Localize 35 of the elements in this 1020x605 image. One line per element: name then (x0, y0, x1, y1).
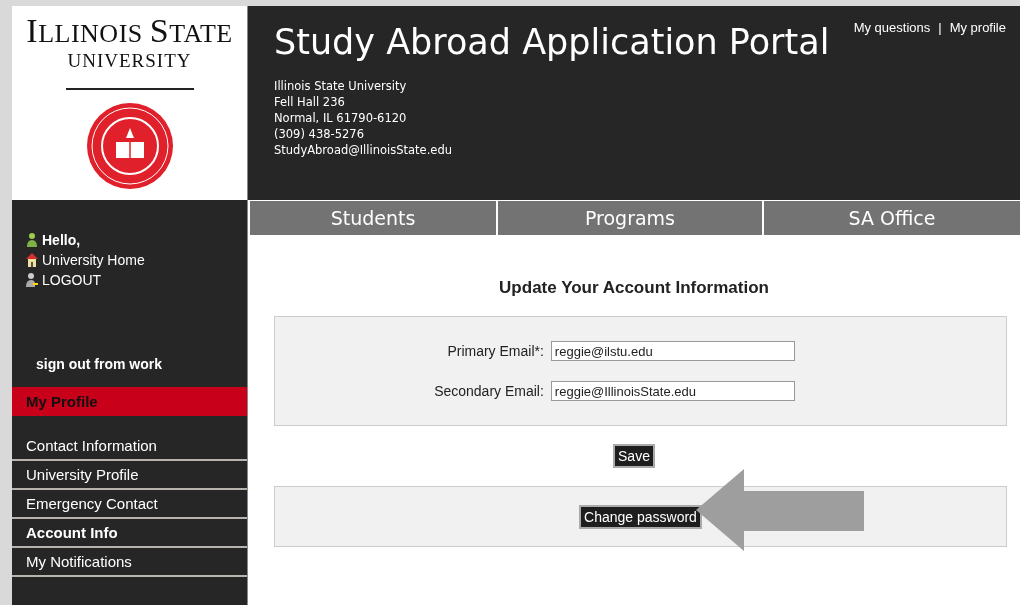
change-password-button[interactable]: Change password (579, 504, 702, 529)
sidebar-menu-item[interactable]: Contact Information (12, 432, 247, 461)
sidebar-menu-item[interactable]: Account Info (12, 519, 247, 548)
nav-tab[interactable]: SA Office (764, 201, 1020, 235)
nav-tab[interactable]: Students (250, 201, 496, 235)
portal-title: Study Abroad Application Portal (274, 21, 830, 64)
email-field[interactable]: reggie@ilstu.edu (550, 341, 795, 361)
header-link[interactable]: My profile (949, 20, 1006, 200)
save-button[interactable]: Save (613, 444, 655, 468)
university-name: ILLINOIS STATE (26, 12, 233, 50)
nav-tab[interactable]: Programs (498, 201, 762, 235)
address-line: Illinois State University (274, 78, 408, 94)
link-separator: | (938, 20, 942, 37)
email-field[interactable]: reggie@IllinoisState.edu (550, 381, 795, 401)
address-line: Fell Hall 236 (274, 94, 346, 110)
section-header: My Profile (12, 387, 247, 416)
sidebar-link[interactable]: LOGOUT (42, 270, 102, 290)
house-icon (25, 252, 39, 268)
university-subtitle: UNIVERSITY (67, 50, 192, 72)
person-icon (25, 232, 39, 248)
field-label: Primary Email*: (446, 343, 544, 359)
address-line: Normal, IL 61790-6120 (274, 110, 408, 126)
address-line: StudyAbroad@IllinoisState.edu (274, 142, 453, 158)
header-link[interactable]: My questions (853, 20, 931, 200)
sidebar-menu-item[interactable]: My Notifications (12, 548, 247, 577)
sidebar-menu-item[interactable]: Emergency Contact (12, 490, 247, 519)
sign-out-link[interactable]: sign out from work (12, 356, 247, 372)
sidebar-link[interactable]: University Home (42, 250, 145, 270)
university-seal-icon (85, 102, 174, 190)
sidebar-menu-item[interactable]: University Profile (12, 461, 247, 490)
page-heading: Update Your Account Information (498, 278, 770, 298)
address-line: (309) 438-5276 (274, 126, 365, 142)
person-exit-icon (25, 272, 39, 288)
greeting-text: Hello, (42, 231, 81, 250)
field-label: Secondary Email: (434, 383, 544, 399)
